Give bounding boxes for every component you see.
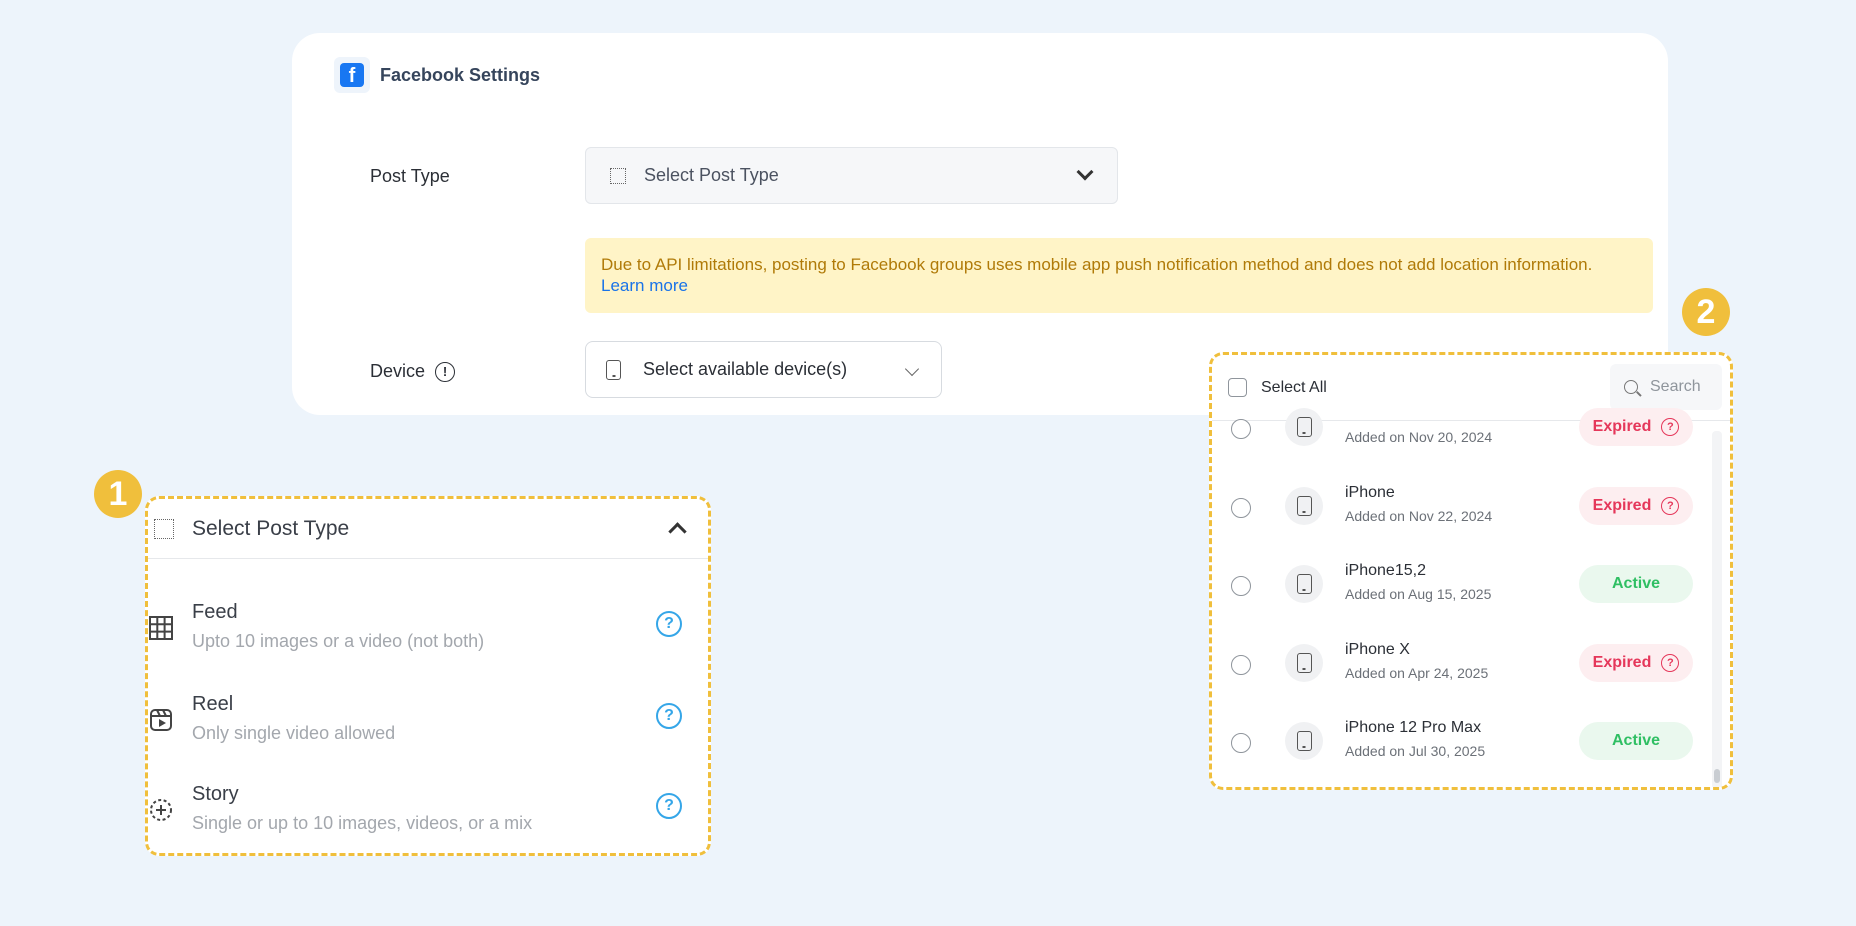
- scrollbar-thumb[interactable]: [1714, 769, 1720, 783]
- status-text: Expired: [1592, 497, 1652, 514]
- notice-text: Due to API limitations, posting to Faceb…: [601, 255, 1593, 274]
- callout-badge-1: 1: [94, 470, 142, 518]
- status-badge: Active: [1579, 722, 1693, 760]
- status-text: Expired: [1592, 418, 1652, 435]
- search-icon: [1624, 380, 1638, 394]
- phone-icon: [1296, 731, 1312, 751]
- device-row[interactable]: iPhone Added on Nov 22, 2024 Expired ?: [1212, 478, 1730, 538]
- help-icon[interactable]: ?: [656, 793, 682, 819]
- device-checkbox[interactable]: [1231, 733, 1251, 753]
- phone-icon: [1296, 496, 1312, 516]
- search-placeholder: Search: [1650, 378, 1701, 395]
- status-badge: Expired ?: [1579, 487, 1693, 525]
- device-name: iPhone: [1345, 484, 1395, 501]
- post-type-placeholder-icon: [610, 167, 626, 184]
- option-name: Feed: [192, 601, 238, 623]
- device-icon: [1285, 408, 1323, 446]
- facebook-icon-tile: f: [334, 57, 370, 93]
- status-badge: Expired ?: [1579, 644, 1693, 682]
- help-icon[interactable]: ?: [656, 703, 682, 729]
- post-type-select[interactable]: Select Post Type: [585, 147, 1118, 204]
- post-type-label-text: Post Type: [370, 166, 450, 186]
- status-text: Active: [1611, 575, 1661, 592]
- facebook-logo-icon: f: [340, 63, 364, 87]
- reel-icon: [150, 709, 172, 731]
- status-help-icon[interactable]: ?: [1661, 654, 1680, 672]
- device-select[interactable]: Select available device(s): [585, 341, 942, 398]
- select-all-checkbox[interactable]: [1228, 378, 1247, 397]
- device-icon: [1285, 565, 1323, 603]
- post-type-option-feed[interactable]: Feed Upto 10 images or a video (not both…: [148, 601, 708, 671]
- device-name: iPhone15,2: [1345, 562, 1426, 579]
- api-limitation-notice: Due to API limitations, posting to Faceb…: [585, 238, 1653, 313]
- device-list[interactable]: Added on Nov 20, 2024 Expired ? iPhone A…: [1212, 408, 1730, 787]
- story-icon: [150, 799, 172, 821]
- info-icon[interactable]: !: [435, 361, 456, 382]
- device-label: Device !: [370, 361, 456, 382]
- device-added-date: Added on Aug 15, 2025: [1345, 586, 1492, 602]
- post-type-dropdown-panel: Select Post Type Feed Upto 10 images or …: [145, 496, 711, 856]
- option-description: Upto 10 images or a video (not both): [192, 631, 485, 651]
- select-all-label[interactable]: Select All: [1261, 379, 1327, 397]
- option-description: Single or up to 10 images, videos, or a …: [192, 813, 533, 833]
- option-description: Only single video allowed: [192, 723, 396, 743]
- post-type-dropdown-header[interactable]: Select Post Type: [148, 499, 708, 559]
- help-icon[interactable]: ?: [656, 611, 682, 637]
- status-badge: Active: [1579, 565, 1693, 603]
- post-type-dropdown-title: Select Post Type: [192, 516, 350, 540]
- option-name: Story: [192, 783, 239, 805]
- callout-badge-2: 2: [1682, 288, 1730, 336]
- device-icon: [1285, 722, 1323, 760]
- device-icon: [1285, 487, 1323, 525]
- chevron-up-icon[interactable]: [668, 522, 687, 541]
- post-type-select-placeholder: Select Post Type: [644, 165, 779, 185]
- phone-icon: [1296, 653, 1312, 673]
- device-checkbox[interactable]: [1231, 498, 1251, 518]
- device-checkbox[interactable]: [1231, 419, 1251, 439]
- grid-icon: [149, 616, 173, 640]
- device-row[interactable]: iPhone15,2 Added on Aug 15, 2025 Active: [1212, 556, 1730, 616]
- device-label-text: Device: [370, 361, 426, 381]
- option-name: Reel: [192, 693, 234, 715]
- phone-icon: [1296, 417, 1312, 437]
- card-title: Facebook Settings: [380, 64, 541, 85]
- device-checkbox[interactable]: [1231, 655, 1251, 675]
- learn-more-link[interactable]: Learn more: [601, 276, 688, 295]
- device-select-placeholder: Select available device(s): [643, 359, 848, 379]
- device-checkbox[interactable]: [1231, 576, 1251, 596]
- device-row[interactable]: iPhone X Added on Apr 24, 2025 Expired ?: [1212, 635, 1730, 695]
- device-list-scrollbar[interactable]: [1712, 431, 1722, 787]
- chevron-down-icon: [904, 361, 920, 377]
- device-row[interactable]: Added on Nov 20, 2024 Expired ?: [1212, 399, 1730, 459]
- post-type-option-reel[interactable]: Reel Only single video allowed ?: [148, 693, 708, 763]
- device-added-date: Added on Jul 30, 2025: [1345, 743, 1486, 759]
- status-badge: Expired ?: [1579, 408, 1693, 446]
- device-row[interactable]: iPhone 12 Pro Max Added on Jul 30, 2025 …: [1212, 713, 1730, 773]
- post-type-placeholder-icon: [154, 518, 174, 539]
- status-text: Active: [1611, 732, 1661, 749]
- device-icon: [1285, 644, 1323, 682]
- phone-icon: [1296, 574, 1312, 594]
- chevron-down-icon: [1076, 163, 1094, 181]
- status-help-icon[interactable]: ?: [1661, 497, 1680, 515]
- device-dropdown-panel: Select All Search Added on Nov 20, 2024 …: [1209, 352, 1733, 790]
- device-added-date: Added on Nov 20, 2024: [1345, 429, 1493, 445]
- phone-icon: [606, 359, 621, 380]
- status-text: Expired: [1592, 654, 1652, 671]
- post-type-option-story[interactable]: Story Single or up to 10 images, videos,…: [148, 783, 708, 853]
- device-added-date: Added on Nov 22, 2024: [1345, 508, 1493, 524]
- post-type-label: Post Type: [370, 166, 450, 187]
- device-added-date: Added on Apr 24, 2025: [1345, 665, 1489, 681]
- device-name: iPhone 12 Pro Max: [1345, 719, 1482, 736]
- status-help-icon[interactable]: ?: [1661, 418, 1680, 436]
- device-name: iPhone X: [1345, 641, 1410, 658]
- card-header: f Facebook Settings: [334, 57, 540, 93]
